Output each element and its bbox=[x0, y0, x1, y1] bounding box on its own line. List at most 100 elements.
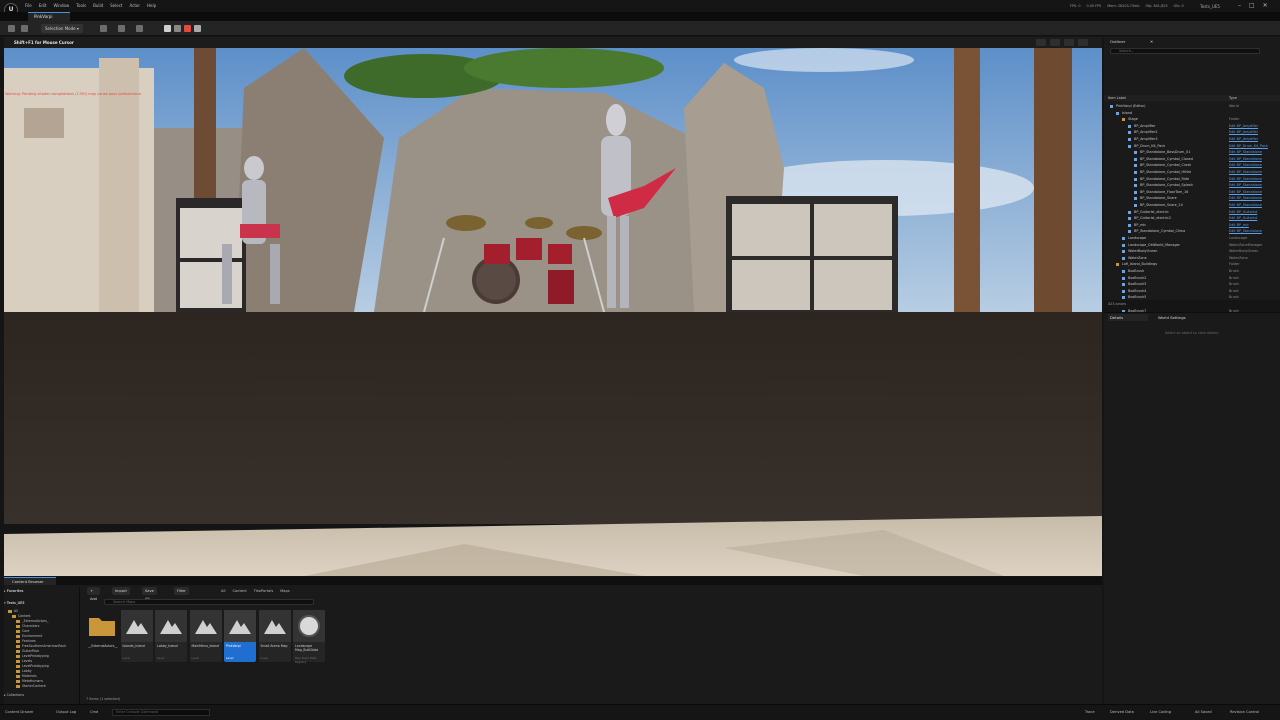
collections-header[interactable]: ▸ Collections bbox=[4, 693, 80, 697]
outliner-row[interactable]: BoxBrush Brush bbox=[1104, 268, 1280, 275]
menu-build[interactable]: Build bbox=[93, 3, 103, 8]
folder-tree-item[interactable]: Lobby bbox=[4, 669, 80, 673]
level-viewport[interactable] bbox=[4, 48, 1102, 576]
outliner-row-type[interactable]: Edit BP_Standalone bbox=[1229, 182, 1262, 189]
output-log-button[interactable]: Output Log bbox=[56, 710, 76, 714]
outliner-row[interactable]: BP_Standalone_Snare Edit BP_Standalone bbox=[1104, 195, 1280, 202]
outliner-row[interactable]: BP_Guitarist_electric Edit BP_Guitarist bbox=[1104, 209, 1280, 216]
lit-icon[interactable] bbox=[1036, 39, 1046, 46]
filter-button[interactable]: Filter bbox=[174, 587, 189, 595]
outliner-row[interactable]: BP_Standalone_Snare_14 Edit BP_Standalone bbox=[1104, 202, 1280, 209]
folder-tree-item[interactable]: MetaHumans bbox=[4, 679, 80, 683]
outliner-row[interactable]: BoxBrush3 Brush bbox=[1104, 281, 1280, 288]
outliner-row[interactable]: BoxBrush4 Brush bbox=[1104, 288, 1280, 295]
asset-tile[interactable]: Lobby_Island Level bbox=[155, 610, 187, 662]
menu-select[interactable]: Select bbox=[110, 3, 122, 8]
outliner-row[interactable]: BoxBrush5 Brush bbox=[1104, 294, 1280, 301]
outliner-row[interactable]: BP_Standalone_Cymbal_Crash Edit BP_Standa… bbox=[1104, 162, 1280, 169]
outliner-row[interactable]: BP_mic Edit BP_mic bbox=[1104, 222, 1280, 229]
outliner-row[interactable]: BoxBrush2 Brush bbox=[1104, 275, 1280, 282]
blueprint-icon[interactable] bbox=[118, 25, 125, 32]
settings-icon[interactable] bbox=[1078, 39, 1088, 46]
outliner-row[interactable]: BP_Standalone_Cymbal_Splash Edit BP_Stand… bbox=[1104, 182, 1280, 189]
derived-data-button[interactable]: Derived Data bbox=[1110, 710, 1134, 714]
crumb-content[interactable]: Content bbox=[232, 589, 246, 593]
asset-tile[interactable]: Landscape Map_BuiltData Map Build Data Re… bbox=[293, 610, 325, 664]
show-icon[interactable] bbox=[1050, 39, 1060, 46]
outliner-row[interactable]: BP_Standalone_Cymbal_China Edit BP_Standa… bbox=[1104, 228, 1280, 235]
crumb-tikoportals[interactable]: TikoPortals bbox=[254, 589, 273, 593]
close-icon[interactable]: ✕ bbox=[1148, 38, 1153, 45]
outliner-row-type[interactable]: Edit BP_Standalone bbox=[1229, 189, 1262, 196]
outliner-row-type[interactable]: Edit BP_Guitarist bbox=[1229, 209, 1257, 216]
crumb-maps[interactable]: Maps bbox=[280, 589, 289, 593]
outliner-row-type[interactable]: Edit BP_mic bbox=[1229, 222, 1249, 229]
outliner-row[interactable]: PinkVarpi (Editor) World bbox=[1104, 103, 1280, 110]
folder-tree-item[interactable]: GuitarPack bbox=[4, 649, 80, 653]
outliner-row[interactable]: Stage Folder bbox=[1104, 116, 1280, 123]
outliner-row[interactable]: Landscape_OldWorld_Manager WaterZoneManag… bbox=[1104, 242, 1280, 249]
save-icon[interactable] bbox=[8, 25, 15, 32]
outliner-row-type[interactable]: Edit BP_Standalone bbox=[1229, 202, 1262, 209]
outliner-row[interactable]: BP_Standalone_FloorTom_16 Edit BP_Standal… bbox=[1104, 189, 1280, 196]
outliner-row[interactable]: BP_Standalone_Cymbal_Closed Edit BP_Stand… bbox=[1104, 156, 1280, 163]
add-actor-icon[interactable] bbox=[100, 25, 107, 32]
outliner-row[interactable]: BP_Standalone_Cymbal_Ride Edit BP_Standal… bbox=[1104, 176, 1280, 183]
outliner-row-type[interactable]: Edit BP_Guitarist bbox=[1229, 215, 1257, 222]
folder-tree-item[interactable]: Characters bbox=[4, 624, 80, 628]
folder-tree-item[interactable]: LevelPrototyping bbox=[4, 664, 80, 668]
folder-tree-item[interactable]: Environment bbox=[4, 634, 80, 638]
asset-tile[interactable]: PinkVarpi Level bbox=[224, 610, 256, 662]
outliner-row[interactable]: BP_Drum_Kit_Pack Edit BP_Drum_Kit_Pack bbox=[1104, 143, 1280, 150]
revision-control-button[interactable]: Revision Control bbox=[1230, 710, 1259, 714]
console-input[interactable]: Enter Console Command bbox=[112, 709, 210, 716]
save-all-button[interactable]: Save All bbox=[142, 587, 157, 601]
outliner-row[interactable]: Landscape Landscape bbox=[1104, 235, 1280, 242]
eject-icon[interactable] bbox=[194, 25, 201, 32]
menu-window[interactable]: Window bbox=[53, 3, 69, 8]
outliner-row[interactable]: BP_Guitarist_electric2 Edit BP_Guitarist bbox=[1104, 215, 1280, 222]
outliner-row-type[interactable]: Edit BP_Amplifier bbox=[1229, 136, 1258, 143]
col-type[interactable]: Type bbox=[1229, 96, 1237, 100]
outliner-row[interactable]: BP_Amplifier2 Edit BP_Amplifier bbox=[1104, 129, 1280, 136]
crumb-all[interactable]: All bbox=[221, 589, 225, 593]
outliner-row-type[interactable]: Edit BP_Amplifier bbox=[1229, 123, 1258, 130]
asset-tile[interactable]: __ExternalActors__ bbox=[86, 610, 118, 662]
outliner-row-type[interactable]: Edit BP_Drum_Kit_Pack bbox=[1229, 143, 1268, 150]
import-button[interactable]: Import bbox=[112, 587, 130, 595]
content-icon[interactable] bbox=[21, 25, 28, 32]
outliner-tab[interactable]: Outliner bbox=[1108, 38, 1125, 45]
outliner-row[interactable]: BP_Amplifier3 Edit BP_Amplifier bbox=[1104, 136, 1280, 143]
outliner-row[interactable]: Island bbox=[1104, 110, 1280, 117]
outliner-row-type[interactable]: Edit BP_Standalone bbox=[1229, 176, 1262, 183]
outliner-search[interactable]: Search... bbox=[1110, 48, 1260, 54]
menu-help[interactable]: Help bbox=[147, 3, 156, 8]
outliner-row-type[interactable]: Edit BP_Standalone bbox=[1229, 169, 1262, 176]
project-header[interactable]: ▾ Tests_UE5 bbox=[4, 601, 80, 605]
add-button[interactable]: + Add bbox=[87, 587, 100, 601]
folder-tree-item[interactable]: FreeSouthernAmericanRock bbox=[4, 644, 80, 648]
cb-search[interactable]: Search Maps bbox=[104, 599, 314, 605]
outliner-row-type[interactable]: Edit BP_Standalone bbox=[1229, 228, 1262, 235]
col-item-label[interactable]: Item Label bbox=[1108, 96, 1126, 100]
outliner-row[interactable]: BP_Amplifier Edit BP_Amplifier bbox=[1104, 123, 1280, 130]
folder-tree-item[interactable]: StarterContent bbox=[4, 684, 80, 688]
outliner-row-type[interactable]: Edit BP_Amplifier bbox=[1229, 129, 1258, 136]
menu-tools[interactable]: Tools bbox=[76, 3, 86, 8]
outliner-row-type[interactable]: Edit BP_Standalone bbox=[1229, 156, 1262, 163]
outliner-row[interactable]: WaterBodyOcean WaterBodyOcean bbox=[1104, 248, 1280, 255]
asset-tile[interactable]: Small Arena Map Level bbox=[258, 610, 291, 662]
asset-tile[interactable]: MainMenu_Island Level bbox=[189, 610, 222, 662]
folder-tree-item[interactable]: Features bbox=[4, 639, 80, 643]
folder-tree-item[interactable]: Levels bbox=[4, 659, 80, 663]
maximize-icon[interactable]: □ bbox=[1249, 2, 1255, 9]
folder-tree-item[interactable]: Content bbox=[4, 614, 80, 618]
cinematics-icon[interactable] bbox=[136, 25, 143, 32]
skip-icon[interactable] bbox=[174, 25, 181, 32]
folder-tree-item[interactable]: _ExternalActors_ bbox=[4, 619, 80, 623]
asset-tile[interactable]: Islands_Island Level bbox=[120, 610, 153, 662]
menu-actor[interactable]: Actor bbox=[129, 3, 140, 8]
details-tab[interactable]: Details bbox=[1108, 314, 1148, 321]
content-browser-tab[interactable]: Content Browser bbox=[4, 577, 56, 585]
outliner-row[interactable]: BP_Standalone_BassDrum_01 Edit BP_Standal… bbox=[1104, 149, 1280, 156]
